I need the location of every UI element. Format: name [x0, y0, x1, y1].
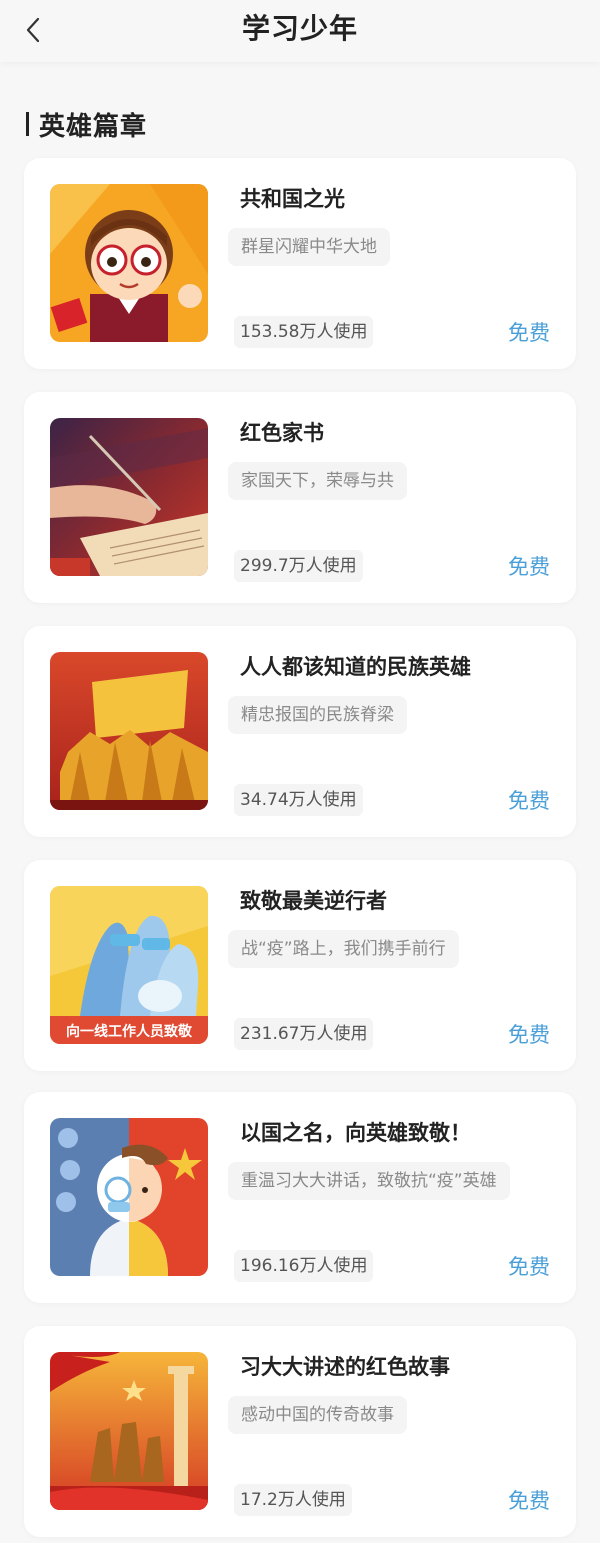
course-thumbnail: 向一线工作人员致敬	[50, 886, 208, 1044]
course-title: 红色家书	[240, 421, 324, 445]
course-card[interactable]: 共和国之光 群星闪耀中华大地 153.58万人使用 免费	[24, 158, 576, 369]
course-thumbnail	[50, 1118, 208, 1276]
course-title: 共和国之光	[240, 187, 345, 211]
course-card[interactable]: 红色家书 家国天下，荣辱与共 299.7万人使用 免费	[24, 392, 576, 603]
course-card[interactable]: 向一线工作人员致敬 致敬最美逆行者 战“疫”路上，我们携手前行 231.67万人…	[24, 860, 576, 1071]
usage-count: 299.7万人使用	[234, 550, 363, 582]
page-title: 学习少年	[241, 12, 358, 45]
course-tag: 感动中国的传奇故事	[228, 1396, 407, 1434]
course-tag: 战“疫”路上，我们携手前行	[228, 930, 459, 968]
price-label[interactable]: 免费	[508, 786, 550, 816]
course-thumbnail	[50, 418, 208, 576]
price-label[interactable]: 免费	[508, 1486, 550, 1516]
usage-count: 153.58万人使用	[234, 316, 374, 348]
top-nav-bar: 学习少年	[0, 0, 600, 62]
course-tag: 家国天下，荣辱与共	[228, 462, 407, 500]
course-tag: 重温习大大讲话，致敬抗“疫”英雄	[228, 1162, 510, 1200]
usage-count: 17.2万人使用	[234, 1484, 352, 1516]
course-title: 人人都该知道的民族英雄	[240, 655, 471, 679]
usage-count: 196.16万人使用	[234, 1250, 374, 1282]
course-tag: 群星闪耀中华大地	[228, 228, 390, 266]
course-thumbnail	[50, 1352, 208, 1510]
course-tag: 精忠报国的民族脊梁	[228, 696, 407, 734]
thumbnail-caption: 向一线工作人员致敬	[66, 1023, 193, 1040]
section-accent-bar	[26, 112, 29, 136]
usage-count: 231.67万人使用	[234, 1018, 374, 1050]
price-label[interactable]: 免费	[508, 1020, 550, 1050]
section-header: 英雄篇章	[26, 104, 147, 144]
course-card[interactable]: 人人都该知道的民族英雄 精忠报国的民族脊梁 34.74万人使用 免费	[24, 626, 576, 837]
course-card[interactable]: 以国之名，向英雄致敬！ 重温习大大讲话，致敬抗“疫”英雄 196.16万人使用 …	[24, 1092, 576, 1303]
price-label[interactable]: 免费	[508, 318, 550, 348]
section-title: 英雄篇章	[39, 111, 148, 142]
course-thumbnail	[50, 652, 208, 810]
course-card[interactable]: 习大大讲述的红色故事 感动中国的传奇故事 17.2万人使用 免费	[24, 1326, 576, 1537]
course-thumbnail	[50, 184, 208, 342]
course-title: 以国之名，向英雄致敬！	[240, 1121, 471, 1145]
course-title: 习大大讲述的红色故事	[240, 1355, 450, 1379]
usage-count: 34.74万人使用	[234, 784, 363, 816]
price-label[interactable]: 免费	[508, 552, 550, 582]
course-title: 致敬最美逆行者	[240, 889, 387, 913]
price-label[interactable]: 免费	[508, 1252, 550, 1282]
